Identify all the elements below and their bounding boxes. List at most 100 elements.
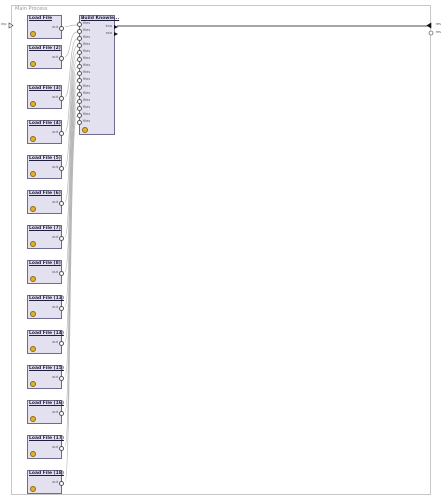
load-file-operator[interactable]: Load File (16) out — [27, 400, 64, 424]
output-port-label: out — [52, 165, 58, 169]
status-icon — [30, 31, 36, 37]
status-icon — [30, 346, 36, 352]
operator-title: Load File (16) — [29, 401, 64, 406]
operator-title: Load File — [29, 16, 52, 21]
status-icon — [30, 101, 36, 107]
output-port-label: out — [52, 340, 58, 344]
output-port[interactable] — [59, 201, 64, 206]
output-port-label: out — [52, 445, 58, 449]
output-port[interactable] — [59, 306, 64, 311]
status-icon — [30, 206, 36, 212]
builder-input-label: files — [83, 77, 91, 81]
builder-input-port[interactable] — [77, 50, 82, 55]
builder-input-label: files — [83, 49, 91, 53]
output-port-label: out — [52, 305, 58, 309]
operator-title: Load File (17) — [29, 436, 64, 441]
status-icon — [30, 381, 36, 387]
load-file-operator[interactable]: Load File (15) out — [27, 365, 64, 389]
builder-input-label: files — [83, 28, 91, 32]
builder-input-port[interactable] — [77, 29, 82, 34]
process-frame — [11, 5, 431, 495]
builder-input-port[interactable] — [77, 92, 82, 97]
output-port-label: out — [52, 375, 58, 379]
builder-input-label: files — [83, 105, 91, 109]
status-icon — [30, 416, 36, 422]
builder-input-port[interactable] — [77, 36, 82, 41]
operator-title: Load File (13) — [29, 296, 64, 301]
builder-output-label: kno — [105, 24, 112, 28]
load-file-operator[interactable]: Load File (4) out — [27, 120, 64, 144]
builder-input-label: files — [83, 70, 91, 74]
operator-title: Load File (18) — [29, 471, 64, 476]
output-port[interactable] — [59, 481, 64, 486]
builder-input-port[interactable] — [77, 78, 82, 83]
builder-input-label: files — [83, 84, 91, 88]
operator-title: Load File (7) — [29, 226, 61, 231]
output-port-label: out — [52, 270, 58, 274]
builder-status-icon — [82, 127, 88, 133]
output-port-label: out — [52, 130, 58, 134]
output-port-label: out — [52, 410, 58, 414]
process-output-port-label-1: res — [435, 22, 441, 26]
builder-input-port[interactable] — [77, 113, 82, 118]
operator-title: Load File (2) — [29, 46, 61, 51]
builder-input-port[interactable] — [77, 57, 82, 62]
load-file-operator[interactable]: Load File (2) out — [27, 45, 64, 69]
builder-input-port[interactable] — [77, 71, 82, 76]
builder-input-port[interactable] — [77, 99, 82, 104]
builder-input-label: files — [83, 42, 91, 46]
builder-input-label: files — [83, 21, 91, 25]
output-port[interactable] — [59, 56, 64, 61]
builder-input-port[interactable] — [77, 85, 82, 90]
output-port-label: out — [52, 480, 58, 484]
output-port[interactable] — [59, 96, 64, 101]
builder-input-port[interactable] — [77, 64, 82, 69]
output-port-label: out — [52, 25, 58, 29]
status-icon — [30, 451, 36, 457]
operator-title: Load File (3) — [29, 86, 61, 91]
status-icon — [30, 276, 36, 282]
load-file-operator[interactable]: Load File (8) out — [27, 260, 64, 284]
process-output-port-label-2: res — [435, 30, 441, 34]
output-port-label: out — [52, 200, 58, 204]
load-file-operator[interactable]: Load File (17) out — [27, 435, 64, 459]
load-file-operator[interactable]: Load File (6) out — [27, 190, 64, 214]
status-icon — [30, 171, 36, 177]
output-port[interactable] — [59, 166, 64, 171]
status-icon — [30, 486, 36, 492]
output-port[interactable] — [59, 131, 64, 136]
operator-title: Load File (4) — [29, 121, 61, 126]
process-input-port-label: inp — [1, 22, 7, 26]
output-port[interactable] — [59, 341, 64, 346]
load-file-operator[interactable]: Load File (5) out — [27, 155, 64, 179]
operator-title: Load File (14) — [29, 331, 64, 336]
load-file-operator[interactable]: Load File (3) out — [27, 85, 64, 109]
load-file-operator[interactable]: Load File (14) out — [27, 330, 64, 354]
operator-title: Load File (15) — [29, 366, 64, 371]
builder-output-label: exa — [105, 31, 112, 35]
load-file-operator[interactable]: Load File (13) out — [27, 295, 64, 319]
builder-input-label: files — [83, 56, 91, 60]
builder-input-label: files — [83, 98, 91, 102]
builder-input-port[interactable] — [77, 120, 82, 125]
build-knowledge-operator[interactable]: Build Knowle... files files files files file… — [77, 15, 119, 135]
output-port[interactable] — [59, 26, 64, 31]
builder-input-port[interactable] — [77, 43, 82, 48]
builder-input-label: files — [83, 63, 91, 67]
builder-input-port[interactable] — [77, 22, 82, 27]
output-port-label: out — [52, 55, 58, 59]
load-file-operator[interactable]: Load File (7) out — [27, 225, 64, 249]
output-port[interactable] — [59, 446, 64, 451]
status-icon — [30, 61, 36, 67]
builder-input-port[interactable] — [77, 106, 82, 111]
output-port[interactable] — [59, 376, 64, 381]
status-icon — [30, 241, 36, 247]
output-port-label: out — [52, 95, 58, 99]
load-file-operator[interactable]: Load File (18) out — [27, 470, 64, 494]
load-file-operator[interactable]: Load File out — [27, 15, 64, 39]
output-port[interactable] — [59, 411, 64, 416]
process-canvas[interactable]: Main Process inp res res Load File out Loa… — [0, 0, 442, 500]
output-port[interactable] — [59, 236, 64, 241]
operator-title: Load File (5) — [29, 156, 61, 161]
output-port[interactable] — [59, 271, 64, 276]
